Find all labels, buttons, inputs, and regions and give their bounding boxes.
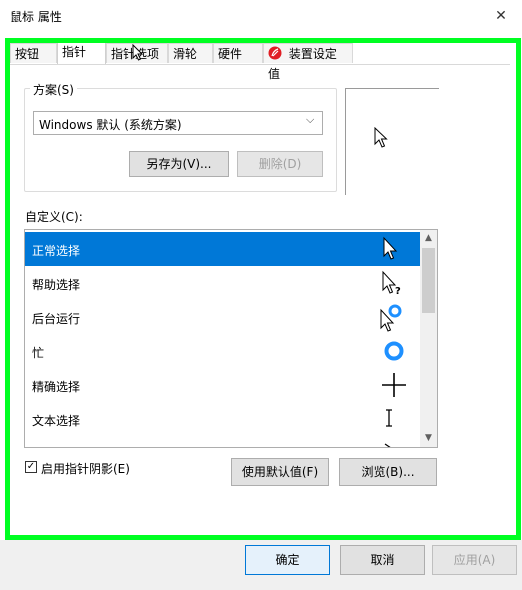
highlight-frame [5,38,521,540]
close-icon: ✕ [495,8,507,24]
apply-button[interactable]: 应用(A) [432,545,517,575]
cancel-button[interactable]: 取消 [340,545,425,575]
window-title: 鼠标 属性 [10,10,62,24]
ok-button[interactable]: 确定 [245,545,330,575]
close-button[interactable]: ✕ [491,6,511,26]
title-bar [0,0,522,32]
